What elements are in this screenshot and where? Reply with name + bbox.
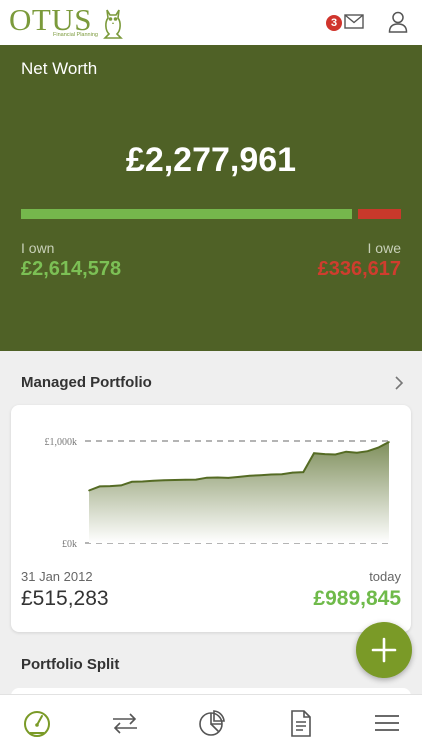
data-point <box>291 471 294 474</box>
data-point <box>141 480 144 483</box>
data-point <box>195 478 197 481</box>
nav-dashboard[interactable] <box>22 709 52 737</box>
owe-share-bar <box>358 209 401 219</box>
data-point <box>120 484 122 487</box>
data-point <box>173 479 176 481</box>
data-point <box>313 452 315 454</box>
data-point <box>323 453 326 455</box>
owe-value: £336,617 <box>317 258 401 280</box>
app-header: OTUS Financial Planning 3 <box>0 0 422 45</box>
start-value: £515,283 <box>21 587 109 610</box>
data-point <box>377 446 380 449</box>
data-point <box>152 480 155 482</box>
nav-allocation[interactable] <box>197 709 227 737</box>
data-point <box>259 474 262 476</box>
net-worth-panel: Net Worth £2,277,961 I own £2,614,578 I … <box>0 45 422 351</box>
user-icon[interactable] <box>388 11 408 33</box>
own-share-bar <box>21 209 352 219</box>
mail-icon <box>344 14 364 29</box>
managed-portfolio-card[interactable]: £1,000k £0k 31 Jan 2012 £515,283 today £… <box>11 405 411 632</box>
net-worth-value: £2,277,961 <box>125 141 297 179</box>
plus-icon <box>371 637 397 663</box>
managed-portfolio-title[interactable]: Managed Portfolio <box>21 374 152 391</box>
data-point <box>345 450 347 453</box>
dashboard-gauge-icon <box>24 711 50 737</box>
end-value: £989,845 <box>313 587 401 610</box>
nav-documents[interactable] <box>286 709 316 737</box>
data-point <box>206 476 208 479</box>
data-point <box>281 473 283 475</box>
data-point <box>248 474 251 477</box>
data-point <box>109 485 112 487</box>
data-point <box>163 479 165 482</box>
nav-transfers[interactable] <box>110 709 140 737</box>
data-point <box>184 479 187 481</box>
series-area <box>89 442 389 543</box>
owl-logo-icon <box>103 9 123 39</box>
portfolio-chart: £1,000k £0k <box>45 437 391 550</box>
logo-subtext: Financial Planning <box>53 32 98 38</box>
ytick-label-top: £1,000k <box>45 437 78 448</box>
chevron-right-icon[interactable] <box>394 375 404 391</box>
document-icon <box>291 710 311 737</box>
data-point <box>388 441 390 443</box>
data-point <box>216 476 219 479</box>
messages-button[interactable]: 3 <box>326 12 366 34</box>
data-point <box>302 471 305 473</box>
data-point <box>98 485 101 488</box>
net-worth-title: Net Worth <box>21 59 98 78</box>
menu-icon <box>375 715 399 731</box>
own-label: I own <box>21 240 55 256</box>
end-label: today <box>369 569 401 584</box>
add-button[interactable] <box>356 622 412 678</box>
data-point <box>227 477 230 479</box>
transfer-arrows-icon <box>113 713 137 734</box>
bottom-nav <box>0 694 422 750</box>
data-point <box>366 450 369 452</box>
notification-badge: 3 <box>326 15 342 31</box>
data-point <box>270 473 272 476</box>
pie-chart-icon <box>199 710 225 736</box>
portfolio-split-title[interactable]: Portfolio Split <box>21 656 119 673</box>
nav-menu[interactable] <box>372 709 402 737</box>
start-date: 31 Jan 2012 <box>21 569 93 584</box>
owe-label: I owe <box>367 240 401 256</box>
data-point <box>131 481 133 483</box>
ytick-label-bottom: £0k <box>62 539 77 550</box>
own-value: £2,614,578 <box>21 258 122 280</box>
data-point <box>356 451 358 454</box>
data-point <box>88 489 90 492</box>
data-point <box>334 453 337 456</box>
data-point <box>238 476 240 478</box>
